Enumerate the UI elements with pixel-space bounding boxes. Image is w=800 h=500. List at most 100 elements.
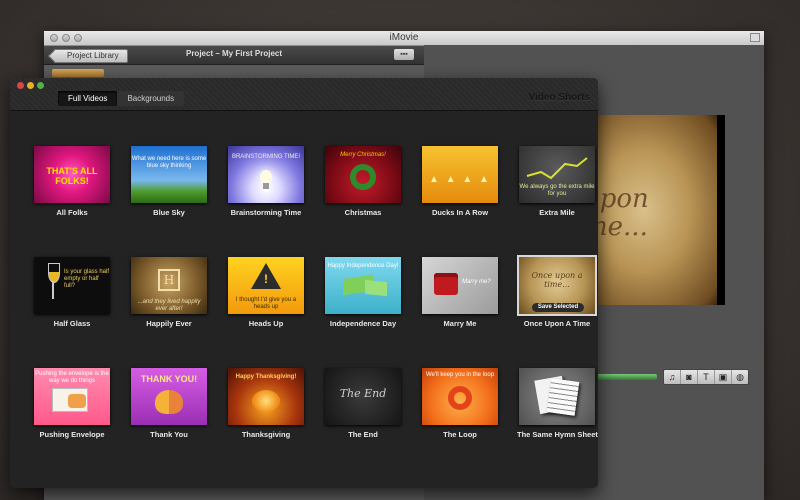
hand-icon xyxy=(68,394,86,408)
ring-box-icon xyxy=(434,273,458,295)
video-label: Extra Mile xyxy=(539,208,575,217)
flag-icon-2 xyxy=(365,279,387,297)
glass-stem xyxy=(52,281,54,299)
video-thumbnail[interactable]: Is your glass half empty or half full? xyxy=(34,257,110,314)
video-card[interactable]: The End The End xyxy=(323,368,403,439)
video-card[interactable]: Marry me? Marry Me xyxy=(420,257,500,328)
browser-buttons: ♫ ◙ T ▣ ◍ xyxy=(663,369,749,385)
tab-backgrounds[interactable]: Backgrounds xyxy=(117,91,185,106)
thumbnail-caption: Is your glass half empty or half full? xyxy=(64,269,110,289)
video-thumbnail[interactable]: ▲ ▲ ▲ ▲ xyxy=(422,146,498,203)
video-card[interactable]: Once upon a time... Save Selected Once U… xyxy=(517,255,597,328)
video-card[interactable]: BRAINSTORMING TIME! Brainstorming Time xyxy=(226,146,306,217)
video-thumbnail[interactable]: The End xyxy=(325,368,401,425)
video-card[interactable]: Merry Christmas! Christmas xyxy=(323,146,403,217)
video-thumbnail[interactable]: ! I thought I'd give you a heads up xyxy=(228,257,304,314)
thumbnail-caption: We always go the extra mile for you xyxy=(519,184,595,197)
camera-icon[interactable]: ◙ xyxy=(681,370,698,384)
video-label: Pushing Envelope xyxy=(39,430,105,439)
thumbnail-caption: ...and they lived happily ever after! xyxy=(137,299,201,312)
handshake-icon xyxy=(155,390,183,414)
video-label: Christmas xyxy=(344,208,382,217)
video-thumbnail[interactable]: THAT'S ALL FOLKS! xyxy=(34,146,110,203)
video-card[interactable]: ! I thought I'd give you a heads up Head… xyxy=(226,257,306,328)
video-shorts-panel: Full Videos Backgrounds Video Shorts THA… xyxy=(10,78,598,488)
video-thumbnail[interactable]: Happy Independence Day! xyxy=(325,257,401,314)
thumbnail-caption: Happy Thanksgiving! xyxy=(235,374,297,380)
lightbulb-icon xyxy=(260,170,272,184)
video-thumbnail[interactable]: Merry Christmas! xyxy=(325,146,401,203)
video-card[interactable]: THANK YOU! Thank You xyxy=(129,368,209,439)
music-icon[interactable]: ♫ xyxy=(664,370,681,384)
video-label: Ducks In A Row xyxy=(431,208,489,217)
audio-level-meter xyxy=(595,374,657,380)
video-label: The Same Hymn Sheet xyxy=(517,430,598,439)
thumbnail-caption: I thought I'd give you a heads up xyxy=(235,297,297,310)
video-card[interactable]: Is your glass half empty or half full? H… xyxy=(32,257,112,328)
panel-window-controls xyxy=(17,82,44,89)
project-menu-button[interactable]: ▪▪▪ xyxy=(394,49,414,60)
globe-icon[interactable]: ◍ xyxy=(732,370,748,384)
video-card[interactable]: ▲ ▲ ▲ ▲ Ducks In A Row xyxy=(420,146,500,217)
project-thumbnail[interactable] xyxy=(52,69,104,77)
video-card[interactable]: H ...and they lived happily ever after! … xyxy=(129,257,209,328)
video-thumbnail[interactable]: We'll keep you in the loop xyxy=(422,368,498,425)
panel-zoom-button[interactable] xyxy=(37,82,44,89)
viewer-frame: upon me... xyxy=(583,115,725,305)
thumbnail-caption: What we need here is some blue sky think… xyxy=(131,156,207,169)
fullscreen-button[interactable] xyxy=(750,33,760,42)
panel-tabs: Full Videos Backgrounds xyxy=(58,91,185,106)
project-title: Project – My First Project xyxy=(185,49,283,58)
loop-icon xyxy=(448,386,472,410)
panel-minimize-button[interactable] xyxy=(27,82,34,89)
tab-full-videos[interactable]: Full Videos xyxy=(58,91,118,106)
video-card[interactable]: We always go the extra mile for you Extr… xyxy=(517,146,597,217)
video-label: Marry Me xyxy=(443,319,477,328)
video-label: Blue Sky xyxy=(153,208,185,217)
thumbnail-caption: Marry me? xyxy=(462,279,491,285)
save-selected-button[interactable]: Save Selected xyxy=(532,303,584,312)
video-card[interactable]: Happy Thanksgiving! Thanksgiving xyxy=(226,368,306,439)
video-card[interactable]: We'll keep you in the loop The Loop xyxy=(420,368,500,439)
video-card[interactable]: Happy Independence Day! Independence Day xyxy=(323,257,403,328)
video-label: Thanksgiving xyxy=(241,430,291,439)
pumpkin-icon xyxy=(252,390,280,412)
video-card[interactable]: THAT'S ALL FOLKS! All Folks xyxy=(32,146,112,217)
video-label: Heads Up xyxy=(248,319,284,328)
thumbnail-caption: THANK YOU! xyxy=(140,374,198,384)
transitions-icon[interactable]: ▣ xyxy=(715,370,732,384)
video-thumbnail[interactable]: What we need here is some blue sky think… xyxy=(131,146,207,203)
title-icon[interactable]: T xyxy=(698,370,715,384)
panel-close-button[interactable] xyxy=(17,82,24,89)
video-label: The End xyxy=(348,430,378,439)
video-card[interactable]: Pushing the envelope is the way we do th… xyxy=(32,368,112,439)
arrow-icon xyxy=(526,157,588,180)
thumbnail-caption: Pushing the envelope is the way we do th… xyxy=(35,371,109,384)
video-label: All Folks xyxy=(56,208,88,217)
sheet-icon-2 xyxy=(546,378,580,416)
video-thumbnail[interactable]: We always go the extra mile for you xyxy=(519,146,595,203)
thumbnail-caption: Merry Christmas! xyxy=(340,152,386,158)
video-card[interactable]: What we need here is some blue sky think… xyxy=(129,146,209,217)
video-card[interactable]: The Same Hymn Sheet xyxy=(517,368,598,439)
video-thumbnail[interactable]: Marry me? xyxy=(422,257,498,314)
lightbulb-base xyxy=(263,183,269,189)
video-thumbnail[interactable]: Happy Thanksgiving! xyxy=(228,368,304,425)
monogram-frame: H xyxy=(158,269,180,291)
video-thumbnail[interactable]: BRAINSTORMING TIME! xyxy=(228,146,304,203)
imovie-titlebar: iMovie xyxy=(44,31,764,46)
video-thumbnail[interactable]: Once upon a time... Save Selected xyxy=(517,255,597,316)
imovie-window-title: iMovie xyxy=(389,32,419,43)
video-thumbnail[interactable]: Pushing the envelope is the way we do th… xyxy=(34,368,110,425)
viewer-preview-image: upon me... xyxy=(583,115,717,305)
video-label: Half Glass xyxy=(53,319,91,328)
video-thumbnail[interactable] xyxy=(519,368,595,425)
video-thumbnail[interactable]: THANK YOU! xyxy=(131,368,207,425)
video-label: Once Upon A Time xyxy=(523,319,591,328)
video-thumbnail[interactable]: H ...and they lived happily ever after! xyxy=(131,257,207,314)
video-label: Thank You xyxy=(150,430,188,439)
video-label: The Loop xyxy=(443,430,477,439)
thumbnail-caption: THAT'S ALL FOLKS! xyxy=(46,166,98,186)
panel-heading: Video Shorts xyxy=(528,92,591,103)
ducks-icon: ▲ ▲ ▲ ▲ xyxy=(429,174,491,185)
